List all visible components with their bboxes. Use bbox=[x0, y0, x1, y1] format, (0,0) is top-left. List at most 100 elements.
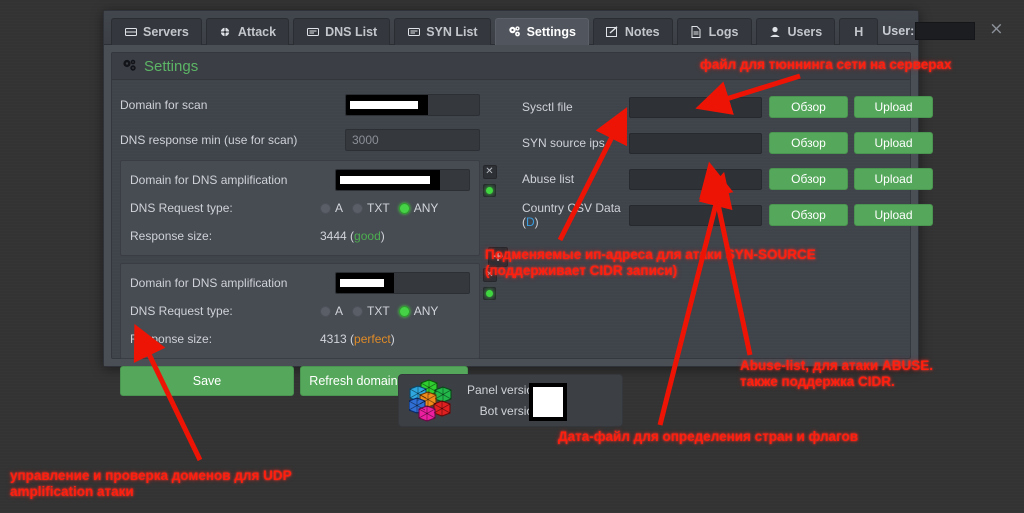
radio-dot bbox=[352, 202, 364, 214]
window-content: Settings Domain for scan DNS response mi… bbox=[104, 45, 933, 396]
radio-txt-label: TXT bbox=[367, 304, 390, 318]
radio-any[interactable]: ANY bbox=[398, 304, 439, 318]
sysctl-browse-button[interactable]: Обзор bbox=[769, 96, 848, 118]
amp-response-size-row: Response size: 4313 (perfect) bbox=[130, 326, 470, 352]
country-csv-data-label: Country CSV Data (D) bbox=[522, 201, 629, 229]
radio-dot bbox=[398, 305, 410, 317]
save-button[interactable]: Save bbox=[120, 366, 294, 396]
user-area: User: × bbox=[882, 21, 1013, 44]
radio-txt[interactable]: TXT bbox=[352, 304, 390, 318]
dns-response-min-row: DNS response min (use for scan) 3000 bbox=[120, 125, 480, 155]
add-amplification-button[interactable]: + bbox=[488, 247, 508, 267]
sysctl-upload-button[interactable]: Upload bbox=[854, 96, 933, 118]
left-column: Domain for scan DNS response min (use fo… bbox=[120, 90, 497, 396]
radio-a[interactable]: A bbox=[320, 304, 343, 318]
tab-users[interactable]: Users bbox=[755, 18, 836, 45]
application-window: Servers Attack DNS List SYN List Setting bbox=[103, 10, 1004, 396]
domain-for-scan-row: Domain for scan bbox=[120, 90, 480, 120]
dns-response-min-label: DNS response min (use for scan) bbox=[120, 133, 298, 147]
tab-dns-list[interactable]: DNS List bbox=[293, 18, 391, 45]
tab-syn-list-label: SYN List bbox=[426, 25, 478, 39]
dns-response-min-input[interactable]: 3000 bbox=[345, 129, 480, 151]
abuse-list-browse-button[interactable]: Обзор bbox=[769, 168, 848, 190]
request-type-radio-group: A TXT ANY bbox=[320, 304, 470, 318]
redaction-bar bbox=[336, 170, 440, 190]
tab-attack-label: Attack bbox=[237, 25, 277, 39]
radio-dot bbox=[352, 305, 364, 317]
sysctl-file-label: Sysctl file bbox=[522, 100, 573, 114]
status-indicator bbox=[483, 184, 496, 197]
radio-dot bbox=[398, 202, 410, 214]
tab-users-label: Users bbox=[787, 25, 823, 39]
amplification-box: ✕ Domain for DNS amplification DNS Reque… bbox=[120, 263, 497, 359]
amplification-box-controls: ✕ bbox=[482, 268, 497, 300]
syn-source-ips-browse-button[interactable]: Обзор bbox=[769, 132, 848, 154]
user-icon bbox=[769, 26, 782, 39]
radio-dot bbox=[320, 202, 331, 214]
file-icon bbox=[690, 26, 703, 39]
tab-settings-label: Settings bbox=[526, 25, 576, 39]
tab-settings[interactable]: Settings bbox=[494, 18, 589, 45]
tab-notes[interactable]: Notes bbox=[592, 18, 673, 45]
tab-servers[interactable]: Servers bbox=[111, 18, 202, 45]
amp-domain-input[interactable] bbox=[335, 272, 470, 294]
upload-row-sysctl: Sysctl file Обзор Upload bbox=[522, 92, 939, 122]
server-icon bbox=[124, 26, 137, 39]
radio-dot bbox=[320, 305, 331, 317]
hex-cluster-logo bbox=[409, 378, 452, 422]
domain-for-scan-input[interactable] bbox=[345, 94, 480, 116]
close-icon[interactable]: × bbox=[989, 21, 1003, 38]
abuse-list-input[interactable] bbox=[629, 168, 762, 190]
abuse-list-label: Abuse list bbox=[522, 172, 575, 186]
amp-domain-label: Domain for DNS amplification bbox=[130, 276, 288, 290]
amp-request-type-row: DNS Request type: A TXT ANY bbox=[130, 195, 470, 221]
amplification-box: ✕ Domain for DNS amplification DNS Reque… bbox=[120, 160, 497, 256]
crosshair-icon bbox=[219, 26, 232, 39]
syn-source-ips-label: SYN source ips bbox=[522, 136, 605, 150]
radio-txt[interactable]: TXT bbox=[352, 201, 390, 215]
amp-domain-input[interactable] bbox=[335, 169, 470, 191]
amp-domain-row: Domain for DNS amplification bbox=[130, 167, 470, 193]
gears-icon bbox=[122, 59, 137, 73]
radio-a[interactable]: A bbox=[320, 201, 343, 215]
amp-response-size-value: 3444 (good) bbox=[320, 229, 385, 243]
close-icon[interactable]: ✕ bbox=[482, 165, 497, 179]
amp-response-size-value: 4313 (perfect) bbox=[320, 332, 395, 346]
edit-icon bbox=[606, 26, 619, 39]
status-indicator bbox=[483, 287, 496, 300]
tab-h[interactable]: H bbox=[839, 18, 879, 45]
redaction-bar bbox=[346, 95, 428, 115]
abuse-list-upload-button[interactable]: Upload bbox=[854, 168, 933, 190]
amp-request-type-row: DNS Request type: A TXT ANY bbox=[130, 298, 470, 324]
redaction-bar bbox=[336, 273, 394, 293]
syn-source-ips-upload-button[interactable]: Upload bbox=[854, 132, 933, 154]
user-label: User: bbox=[882, 23, 915, 38]
upload-row-syn-source-ips: SYN source ips Обзор Upload bbox=[522, 128, 939, 158]
country-csv-input[interactable] bbox=[629, 204, 762, 226]
radio-any-label: ANY bbox=[413, 304, 439, 318]
response-quality: perfect bbox=[354, 332, 391, 346]
tab-bar: Servers Attack DNS List SYN List Setting bbox=[104, 11, 1004, 45]
tab-h-label: H bbox=[854, 25, 864, 39]
country-csv-label-suffix: ) bbox=[534, 215, 539, 229]
country-csv-browse-button[interactable]: Обзор bbox=[769, 204, 848, 226]
amp-request-type-label: DNS Request type: bbox=[130, 201, 233, 215]
version-values-redacted bbox=[529, 383, 567, 421]
close-icon[interactable]: ✕ bbox=[482, 268, 497, 282]
country-csv-upload-button[interactable]: Upload bbox=[854, 204, 933, 226]
panel-body: Domain for scan DNS response min (use fo… bbox=[112, 80, 933, 396]
radio-a-label: A bbox=[335, 304, 344, 318]
tab-attack[interactable]: Attack bbox=[205, 18, 290, 45]
tab-syn-list[interactable]: SYN List bbox=[394, 18, 491, 45]
domain-for-scan-label: Domain for scan bbox=[120, 98, 208, 112]
response-size-number: 4313 bbox=[320, 332, 347, 346]
country-csv-download-link[interactable]: D bbox=[526, 215, 535, 229]
sysctl-file-input[interactable] bbox=[629, 96, 762, 118]
radio-any[interactable]: ANY bbox=[398, 201, 438, 215]
tab-notes-label: Notes bbox=[624, 25, 660, 39]
tab-logs[interactable]: Logs bbox=[676, 18, 752, 45]
syn-source-ips-input[interactable] bbox=[629, 132, 762, 154]
user-value-field[interactable] bbox=[915, 21, 976, 40]
right-column: Sysctl file Обзор Upload SYN source ips … bbox=[516, 90, 939, 396]
upload-row-abuse-list: Abuse list Обзор Upload bbox=[522, 164, 939, 194]
